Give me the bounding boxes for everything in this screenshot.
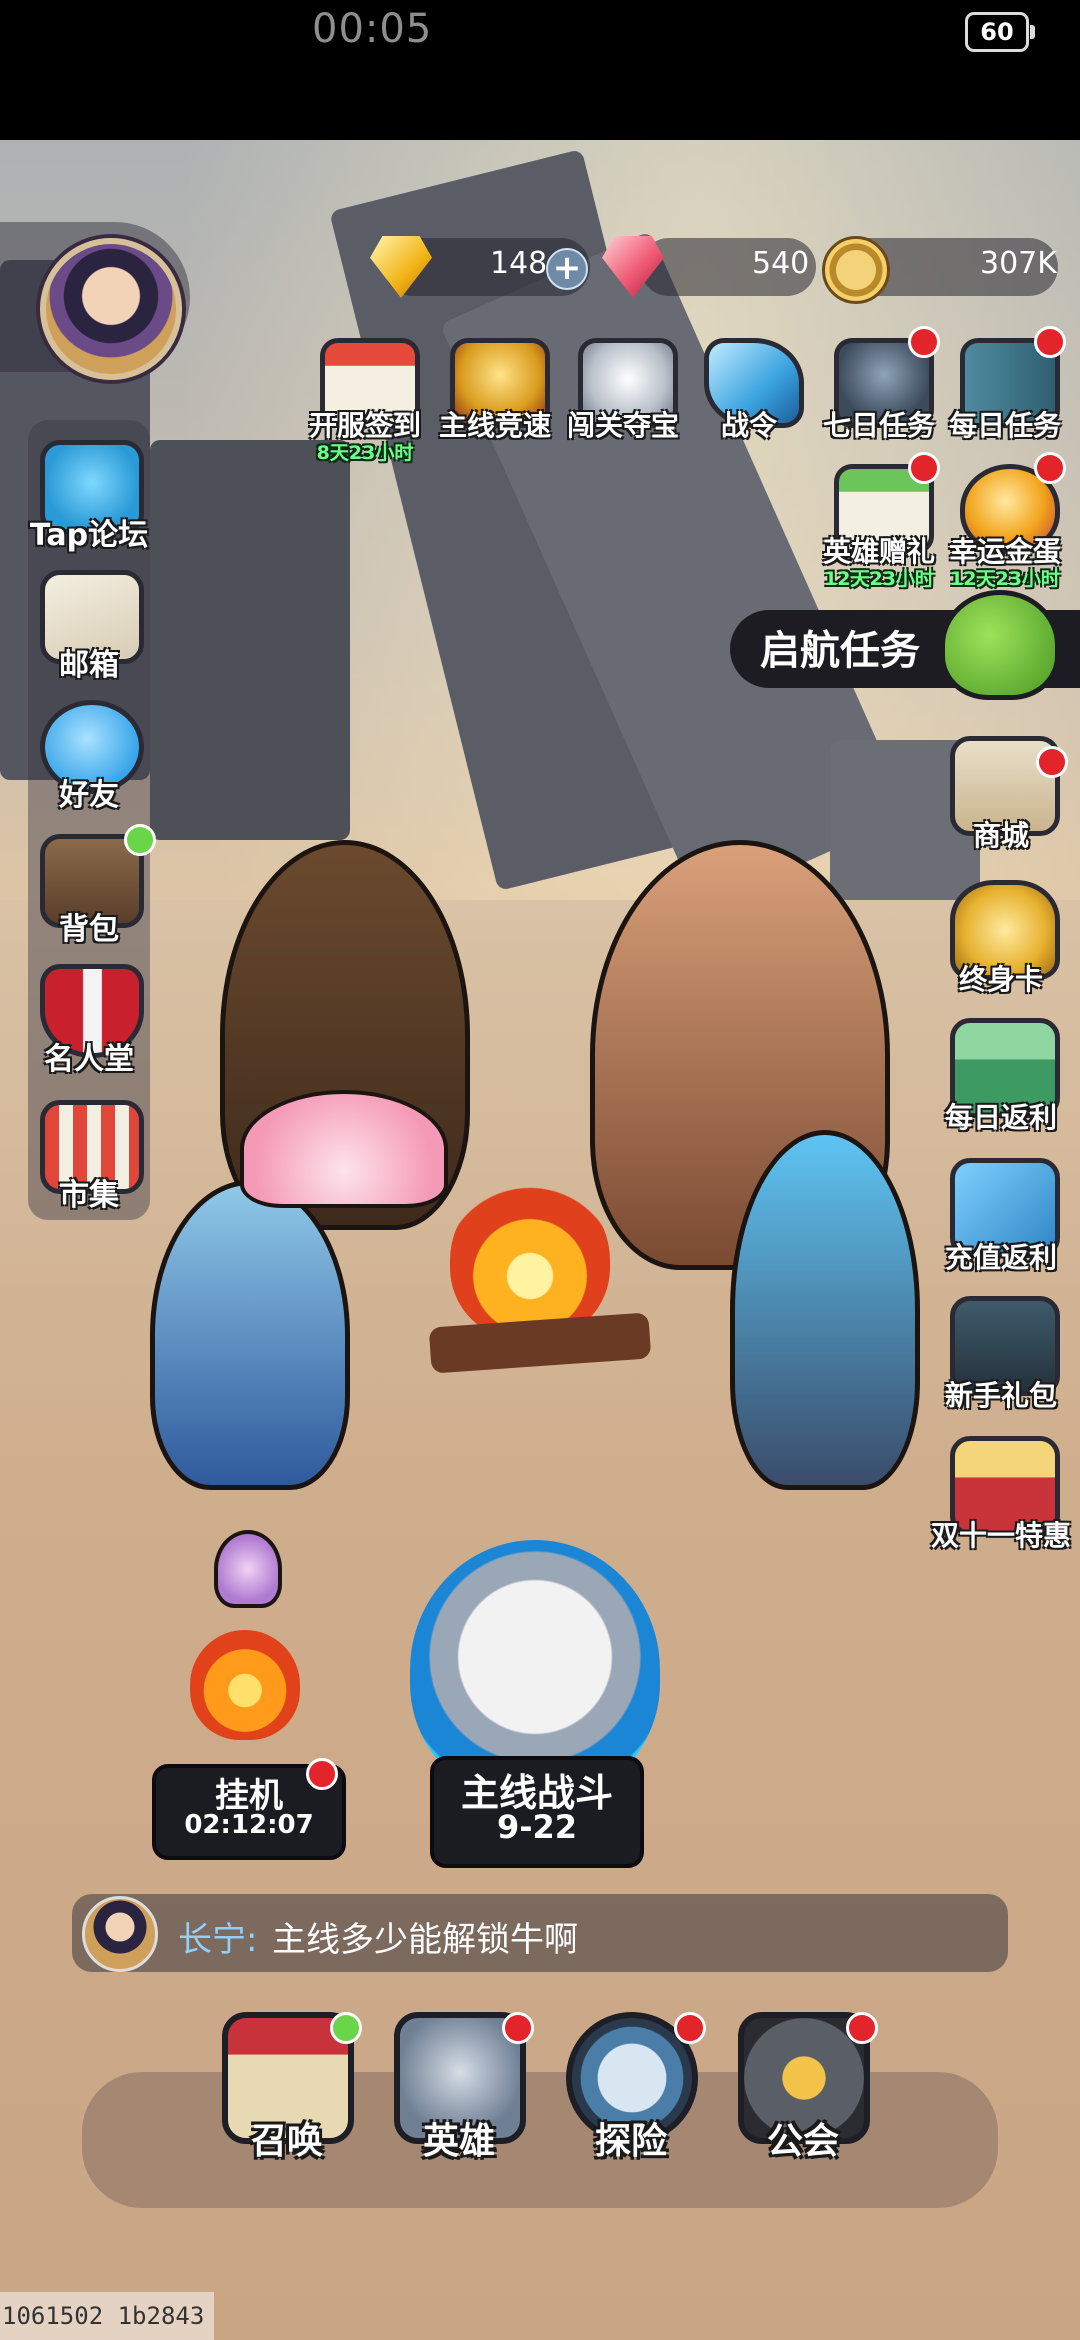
menu-label: 市集 — [59, 1178, 119, 1213]
menu-label: 商城 — [972, 819, 1029, 852]
notification-badge — [674, 2012, 706, 2044]
event-zhanling[interactable]: 战令 — [690, 334, 808, 452]
menu-friends[interactable]: 好友 — [24, 700, 154, 820]
notification-badge — [1034, 452, 1066, 484]
notification-badge — [124, 824, 156, 856]
nav-hero[interactable]: 英雄 — [384, 2012, 534, 2172]
add-diamond-button[interactable]: + — [546, 248, 588, 290]
debug-overlay: 1061502 1b2843 — [0, 2292, 214, 2340]
menu-label: 每日返利 — [944, 1101, 1057, 1134]
menu-tap-forum[interactable]: Tap论坛 — [24, 440, 154, 560]
gold-coin-icon — [822, 236, 890, 304]
event-zhuxian-jingsu[interactable]: 主线竞速 — [436, 334, 554, 452]
event-timer: 12天23小时 — [950, 568, 1060, 590]
nav-label: 探险 — [594, 2121, 667, 2162]
chat-message: 主线多少能解锁牛啊 — [272, 1920, 578, 1960]
event-label: 每日任务 — [948, 409, 1061, 442]
player-avatar[interactable] — [40, 238, 182, 380]
notification-badge — [1036, 746, 1068, 778]
main-battle-stage: 9-22 — [496, 1808, 578, 1846]
nav-explore[interactable]: 探险 — [556, 2012, 706, 2172]
menu-backpack[interactable]: 背包 — [24, 824, 156, 954]
event-xingyun-jindan[interactable]: 幸运金蛋 12天23小时 — [946, 452, 1066, 590]
ruby-count: 540 — [752, 246, 810, 281]
nav-label: 英雄 — [422, 2121, 495, 2162]
status-bar: 00:05 60 — [0, 0, 1080, 140]
nav-summon[interactable]: 召唤 — [212, 2012, 362, 2172]
menu-label: 好友 — [59, 778, 119, 813]
menu-hall-of-fame[interactable]: 名人堂 — [24, 964, 154, 1084]
menu-label: 双十一特惠 — [930, 1519, 1071, 1552]
gold-count: 307K — [980, 246, 1057, 281]
nav-guild[interactable]: 公会 — [728, 2012, 878, 2172]
menu-newbie-pack[interactable]: 新手礼包 — [936, 1296, 1066, 1426]
nav-label: 召唤 — [250, 2121, 323, 2162]
notification-badge — [306, 1758, 338, 1790]
menu-label: 终身卡 — [958, 963, 1043, 996]
notification-badge — [1034, 326, 1066, 358]
event-kaifu-qiandao[interactable]: 开服签到 8天23小时 — [306, 334, 424, 464]
idle-timer: 02:12:07 — [184, 1810, 314, 1840]
notification-badge — [330, 2012, 362, 2044]
menu-lifetime-card[interactable]: 终身卡 — [936, 880, 1066, 1010]
notification-badge — [502, 2012, 534, 2044]
menu-mail[interactable]: 邮箱 — [24, 570, 154, 690]
lotus-flower — [240, 1090, 448, 1208]
menu-label: 邮箱 — [59, 648, 119, 683]
quest-banner-label: 启航任务 — [760, 628, 920, 674]
chat-sender: 长宁: — [178, 1920, 258, 1960]
menu-label: 充值返利 — [944, 1241, 1057, 1274]
menu-double-eleven[interactable]: 双十一特惠 — [931, 1436, 1071, 1566]
notification-badge — [846, 2012, 878, 2044]
potion-bottle-icon — [214, 1530, 282, 1608]
notification-badge — [908, 452, 940, 484]
event-chuangguan-duobao[interactable]: 闯关夺宝 — [564, 334, 682, 452]
event-yingxiong-zengli[interactable]: 英雄赠礼 12天23小时 — [820, 452, 940, 590]
menu-daily-rebate[interactable]: 每日返利 — [936, 1018, 1066, 1148]
menu-label: 名人堂 — [44, 1042, 134, 1077]
diamond-count: 148 — [490, 246, 548, 281]
menu-topup-rebate[interactable]: 充值返利 — [936, 1158, 1066, 1288]
chat-avatar — [82, 1896, 158, 1972]
event-qiri-renwu[interactable]: 七日任务 — [820, 326, 940, 452]
battery-indicator: 60 — [965, 12, 1035, 52]
slime-icon — [940, 590, 1060, 700]
status-clock: 00:05 — [312, 6, 433, 52]
menu-label: 新手礼包 — [944, 1379, 1057, 1412]
menu-shop[interactable]: 商城 — [936, 736, 1068, 866]
menu-market[interactable]: 市集 — [24, 1100, 154, 1220]
hero-spear-elf — [730, 1130, 920, 1490]
hero-fairy — [150, 1180, 350, 1490]
menu-label: Tap论坛 — [29, 518, 149, 553]
notification-badge — [908, 326, 940, 358]
flame-icon — [190, 1630, 300, 1740]
event-meiri-renwu[interactable]: 每日任务 — [946, 326, 1066, 452]
menu-label: 背包 — [59, 912, 119, 947]
nav-label: 公会 — [766, 2121, 839, 2162]
bg-rock — [150, 440, 350, 840]
